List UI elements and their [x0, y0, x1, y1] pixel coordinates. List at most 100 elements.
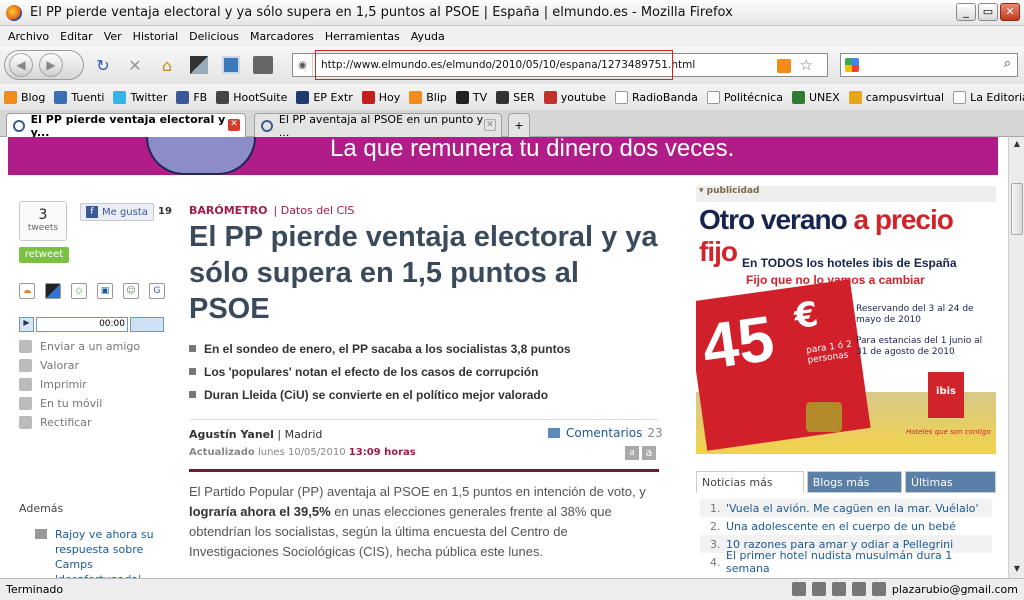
scroll-up-arrow-icon[interactable]: ▲ [1011, 139, 1023, 151]
article-tools: Enviar a un amigo Valorar Imprimir En tu… [19, 337, 140, 432]
menu-marcadores[interactable]: Marcadores [250, 30, 314, 43]
bird-icon[interactable] [851, 582, 866, 596]
status-addon-icon[interactable] [791, 582, 806, 596]
bookmark-favicon-icon [706, 90, 720, 104]
top-banner-ad[interactable]: La que remunera tu dinero dos veces. [8, 137, 998, 175]
bookmark-item[interactable]: TV [455, 90, 487, 104]
tweet-counter[interactable]: 3 tweets [19, 201, 67, 241]
bookmark-item[interactable]: Tuenti [54, 90, 104, 104]
maximize-button[interactable]: ▭ [978, 3, 998, 21]
bookmark-item[interactable]: UNEX [791, 90, 840, 104]
font-larger-button[interactable]: a [642, 446, 656, 460]
minimize-button[interactable]: _ [956, 3, 976, 21]
ad-stay-dates: Para estancias del 1 junio al 31 de agos… [856, 336, 983, 357]
bookmark-item[interactable]: Politécnica [706, 90, 783, 104]
google-bookmark-icon[interactable]: G [149, 283, 165, 299]
magnifier-icon[interactable]: ⌕ [1004, 56, 1011, 71]
bookmark-item[interactable]: FB [176, 90, 207, 104]
audio-time[interactable]: 00:00 [36, 317, 128, 332]
reload-icon[interactable]: ↻ [90, 52, 116, 78]
gmail-icon[interactable] [871, 582, 886, 596]
tag-icon[interactable] [250, 52, 276, 78]
comments-link[interactable]: Comentarios 23 [548, 426, 663, 440]
stop-icon[interactable]: ✕ [122, 52, 148, 78]
facebook-like-button[interactable]: f Me gusta [80, 203, 154, 221]
tab-close-icon[interactable]: ✕ [484, 119, 496, 131]
meneame-icon[interactable]: ☁ [19, 283, 35, 299]
padlock-icon [806, 402, 842, 432]
bookmark-tool-icon[interactable] [218, 52, 244, 78]
bookmark-item[interactable]: Blog [4, 90, 45, 104]
send-to-friend-link[interactable]: Enviar a un amigo [19, 337, 140, 356]
tab-active[interactable]: El PP pierde ventaja electoral y y... ✕ [6, 113, 246, 139]
volume-icon[interactable] [130, 317, 164, 332]
rate-link[interactable]: Valorar [19, 356, 140, 375]
scrollbar-thumb[interactable] [1011, 183, 1023, 235]
digg-icon[interactable]: ▣ [97, 283, 113, 299]
ad-slogan: Hoteles que son contigo [906, 428, 991, 436]
divider [189, 419, 659, 420]
menu-historial[interactable]: Historial [133, 30, 178, 43]
bookmark-favicon-icon [176, 90, 190, 104]
bookmark-item[interactable]: La Editorial Virtual [953, 90, 1024, 104]
print-link[interactable]: Imprimir [19, 375, 140, 394]
home-icon[interactable]: ⌂ [154, 52, 180, 78]
addon-icon[interactable] [186, 52, 212, 78]
menu-archivo[interactable]: Archivo [8, 30, 49, 43]
bookmark-star-icon[interactable]: ☆ [800, 56, 813, 74]
most-read-item[interactable]: 1. 'Vuela el avión. Me cagüen en la mar. … [700, 499, 992, 517]
related-link[interactable]: Rajoy ve ahora su respuesta sobre Camps … [35, 527, 175, 578]
bookmark-item[interactable]: SER [496, 90, 535, 104]
tab-most-read-news[interactable]: Noticias más leídas [696, 471, 804, 511]
summary-text: En el sondeo de enero, el PP sacaba a lo… [204, 341, 571, 356]
bookmark-item[interactable]: campusvirtual [848, 90, 944, 104]
bookmark-item[interactable]: Hoy [361, 90, 400, 104]
bookmark-item[interactable]: youtube [543, 90, 606, 104]
site-identity-icon[interactable]: ◉ [293, 54, 313, 76]
bookmark-item[interactable]: EP Extr [296, 90, 353, 104]
mobile-link[interactable]: En tu móvil [19, 394, 140, 413]
menu-ver[interactable]: Ver [104, 30, 122, 43]
new-tab-button[interactable]: + [508, 113, 530, 137]
font-smaller-button[interactable]: a [625, 446, 639, 460]
bookmark-item[interactable]: Twitter [113, 90, 167, 104]
menu-herramientas[interactable]: Herramientas [325, 30, 400, 43]
status-text: Terminado [6, 583, 64, 596]
tab-latest-news[interactable]: Últimas noticias [905, 471, 996, 511]
close-window-button[interactable]: ✕ [1000, 3, 1020, 21]
status-grid-icon[interactable] [811, 582, 826, 596]
bullet-icon [189, 345, 196, 352]
font-size-controls: a a [625, 446, 656, 460]
bookmark-item[interactable]: Blip [409, 90, 447, 104]
retweet-button[interactable]: retweet [19, 247, 69, 263]
vertical-scrollbar[interactable]: ▲ ▼ [1008, 137, 1024, 578]
most-read-item[interactable]: 2. Una adolescente en el cuerpo de un beb… [700, 517, 992, 535]
technorati-icon[interactable]: ◇ [71, 283, 87, 299]
menu-ayuda[interactable]: Ayuda [411, 30, 445, 43]
status-email[interactable]: plazarubio@gmail.com [892, 583, 1018, 596]
menu-delicious[interactable]: Delicious [189, 30, 239, 43]
tab-most-read-blogs[interactable]: Blogs más leídos [806, 471, 902, 511]
rectify-link[interactable]: Rectificar [19, 413, 140, 432]
bookmark-item[interactable]: HootSuite [216, 90, 287, 104]
mail-icon[interactable] [831, 582, 846, 596]
search-box[interactable]: ⌕ [840, 53, 1018, 77]
people-icon[interactable]: ☺ [123, 283, 139, 299]
menu-editar[interactable]: Editar [60, 30, 93, 43]
kicker-label[interactable]: BARÓMETRO [189, 204, 268, 217]
address-bar[interactable]: ◉ http://www.elmundo.es/elmundo/2010/05/… [292, 50, 828, 80]
scroll-down-arrow-icon[interactable]: ▼ [1011, 564, 1023, 576]
tab-inactive[interactable]: El PP aventaja al PSOE en un punto y ...… [254, 113, 502, 139]
ibis-advertisement[interactable]: Otro verano a precio fijo En TODOS los h… [696, 202, 996, 454]
bookmark-item[interactable]: RadioBanda [615, 90, 698, 104]
google-icon[interactable] [845, 58, 859, 72]
related-title: Además [19, 502, 64, 515]
delicious-icon[interactable] [45, 283, 61, 299]
forward-button[interactable]: ▶ [39, 53, 63, 77]
back-button[interactable]: ◀ [9, 53, 33, 77]
tab-close-icon[interactable]: ✕ [228, 119, 240, 131]
most-read-item[interactable]: 4. El primer hotel nudista musulmán dura … [700, 549, 992, 575]
rss-feed-icon[interactable] [777, 59, 791, 73]
play-icon[interactable]: ▶ [19, 317, 34, 332]
most-read-rank: 4. [710, 555, 721, 569]
